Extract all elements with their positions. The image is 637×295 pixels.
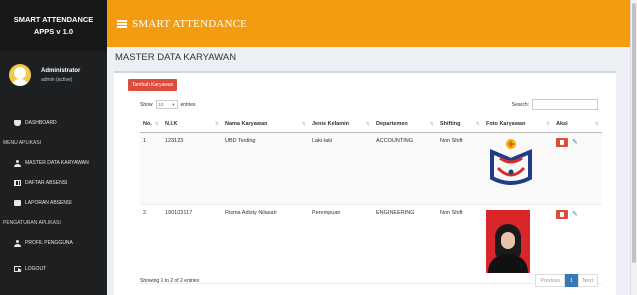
sidebar-item-label: DASHBOARD — [25, 120, 57, 126]
sidebar-item-profil-pengguna[interactable]: PROFIL PENGGUNA — [0, 233, 107, 253]
scrollbar-thumb[interactable] — [632, 3, 636, 263]
cell-nama: UBD Testing — [222, 132, 309, 205]
topbar: SMART ATTENDANCE — [107, 0, 630, 47]
topbar-title: SMART ATTENDANCE — [132, 17, 248, 30]
delete-button[interactable] — [556, 137, 568, 147]
col-header-aksi[interactable]: Aksi ⇅ — [553, 117, 602, 133]
sidebar-item-label: MASTER DATA KARYAWAN — [25, 160, 89, 166]
user-status: admin (active) — [41, 76, 73, 83]
entries-value: 10 — [158, 102, 164, 107]
entries-length-control: Show 10 ▾ entries — [140, 100, 196, 109]
sign-out-icon — [14, 266, 22, 272]
cell-foto — [483, 132, 553, 205]
user-name: Administrator — [41, 67, 81, 74]
sort-icon: ⇅ — [214, 121, 219, 127]
employee-photo — [486, 209, 530, 273]
cell-departemen: ACCOUNTING — [373, 132, 437, 205]
sort-icon: ⇅ — [545, 121, 550, 127]
cell-nik: 123123 — [162, 132, 222, 205]
col-header-nik[interactable]: N.I.K ⇅ — [162, 117, 222, 133]
sort-icon: ⇅ — [301, 121, 306, 127]
dashboard-icon — [14, 120, 21, 126]
brand: SMART ATTENDANCE APPS v 1.0 — [0, 0, 107, 51]
sidebar-item-label: LAPORAN ABSENSI — [25, 200, 72, 206]
employee-table: No. ⇅ N.I.K ⇅ Nama Karyawan ⇅ Jenis Kelamin… — [140, 117, 602, 284]
sidebar-item-daftar-absensi[interactable]: DAFTAR ABSENSI — [0, 173, 107, 193]
page-title: MASTER DATA KARYAWAN — [115, 52, 237, 63]
sidebar-menu: DASHBOARD MENU APLIKASI MASTER DATA KARY… — [0, 113, 107, 279]
cell-shifting: Non Shift — [437, 204, 483, 284]
show-label: Show — [140, 101, 153, 108]
scrollbar[interactable] — [630, 0, 637, 295]
table-header-row: No. ⇅ N.I.K ⇅ Nama Karyawan ⇅ Jenis Kelamin… — [140, 117, 602, 133]
user-icon — [14, 240, 21, 247]
cell-aksi: ✎ — [553, 204, 602, 284]
sidebar: SMART ATTENDANCE APPS v 1.0 Administrato… — [0, 0, 107, 295]
sidebar-header-pengaturan-aplikasi: PENGATURAN APLIKASI — [3, 220, 61, 226]
table-row: 2 190103117 Risma Adisty Nilasari Peremp… — [140, 204, 602, 284]
book-icon — [14, 200, 21, 206]
cell-no: 2 — [140, 204, 162, 284]
employee-photo-logo — [490, 138, 532, 185]
cell-no: 1 — [140, 132, 162, 205]
cell-aksi: ✎ — [553, 132, 602, 205]
sidebar-item-laporan-absensi[interactable]: LAPORAN ABSENSI — [0, 193, 107, 213]
cell-departemen: ENGINEERING — [373, 204, 437, 284]
col-header-foto[interactable]: Foto Karyawan ⇅ — [483, 117, 553, 133]
chevron-down-icon: ▾ — [172, 101, 175, 107]
cell-nik: 190103117 — [162, 204, 222, 284]
cell-jenis-kelamin: Laki-laki — [309, 132, 373, 205]
next-button[interactable]: Next — [577, 274, 598, 287]
pagination: Previous 1 Next — [535, 274, 598, 287]
sidebar-header-menu-aplikasi: MENU APLIKASI — [3, 140, 42, 146]
edit-icon[interactable]: ✎ — [572, 138, 578, 146]
cell-foto — [483, 204, 553, 284]
content-box: Tambah Karyawan Show 10 ▾ entries Search… — [114, 71, 616, 295]
sidebar-item-master-data-karyawan[interactable]: MASTER DATA KARYAWAN — [0, 153, 107, 173]
col-header-jenis-kelamin[interactable]: Jenis Kelamin ⇅ — [309, 117, 373, 133]
avatar — [9, 64, 31, 86]
col-header-departemen[interactable]: Departemen ⇅ — [373, 117, 437, 133]
cell-jenis-kelamin: Perempuan — [309, 204, 373, 284]
entries-label: entries — [180, 101, 196, 108]
sort-icon: ⇅ — [154, 121, 159, 127]
sort-icon: ⇅ — [475, 121, 480, 127]
search-input[interactable] — [532, 99, 598, 110]
delete-button[interactable] — [556, 209, 568, 219]
menu-toggle-icon[interactable] — [117, 19, 127, 28]
sort-icon: ⇅ — [365, 121, 370, 127]
sidebar-item-logout[interactable]: LOGOUT — [0, 259, 107, 279]
cell-shifting: Non Shift — [437, 132, 483, 205]
user-panel: Administrator admin (active) — [0, 51, 107, 99]
sort-icon: ⇅ — [594, 121, 599, 127]
search-control: Search: — [512, 99, 598, 110]
add-employee-button[interactable]: Tambah Karyawan — [128, 79, 178, 91]
sidebar-item-label: DAFTAR ABSENSI — [25, 180, 68, 186]
sidebar-item-label: PROFIL PENGGUNA — [25, 240, 73, 246]
brand-title: SMART ATTENDANCE — [13, 14, 94, 24]
sidebar-item-label: LOGOUT — [25, 266, 47, 272]
previous-button[interactable]: Previous — [535, 274, 565, 287]
brand-version: APPS v 1.0 — [33, 26, 74, 36]
col-header-no[interactable]: No. ⇅ — [140, 117, 162, 133]
table-icon — [14, 180, 21, 186]
entries-select[interactable]: 10 ▾ — [155, 100, 178, 109]
table-info: Showing 1 to 2 of 2 entries — [140, 278, 200, 284]
sidebar-item-dashboard[interactable]: DASHBOARD — [0, 113, 107, 133]
page-1-button[interactable]: 1 — [564, 274, 578, 287]
edit-icon[interactable]: ✎ — [572, 210, 578, 218]
user-info: Administrator admin (active) — [41, 68, 80, 83]
search-label: Search: — [511, 101, 529, 108]
col-header-shifting[interactable]: Shifting ⇅ — [437, 117, 483, 133]
table-row: 1 123123 UBD Testing Laki-laki ACCOUNTIN… — [140, 132, 602, 205]
cell-nama: Risma Adisty Nilasari — [222, 204, 309, 284]
sort-icon: ⇅ — [429, 121, 434, 127]
users-icon — [14, 160, 21, 167]
col-header-nama[interactable]: Nama Karyawan ⇅ — [222, 117, 309, 133]
